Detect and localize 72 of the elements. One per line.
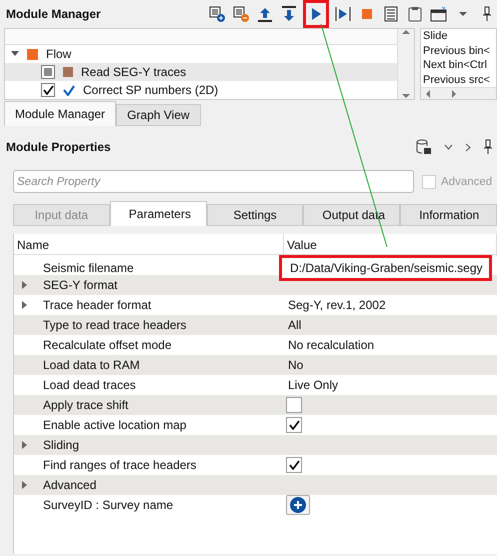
clipboard-icon: [408, 6, 422, 22]
checkbox[interactable]: [41, 83, 55, 97]
property-name: Trace header format: [43, 298, 152, 312]
partial-check-icon: [44, 68, 52, 76]
scroll-right-icon[interactable]: [452, 90, 457, 98]
shortcut-item: Previous bin<: [422, 44, 490, 58]
expand-arrow-icon[interactable]: [22, 481, 28, 489]
property-name: SurveyID : Survey name: [43, 498, 174, 512]
chevron-down-icon[interactable]: [444, 144, 453, 150]
pin-icon[interactable]: [483, 139, 493, 155]
checkbox[interactable]: [286, 417, 302, 433]
field-value: D:/Data/Viking-Graben/seismic.segy: [289, 261, 483, 275]
checkbox-label: Advanced: [441, 176, 492, 188]
remove-module-icon: [233, 6, 249, 22]
scroll-down-icon[interactable]: [402, 94, 410, 99]
property-name: Recalculate offset mode: [43, 338, 172, 352]
shortcut-item: Next bin<Ctrl: [422, 58, 487, 72]
field-value: No: [287, 358, 304, 372]
stop-icon: [361, 8, 373, 20]
checkmark-icon: [288, 420, 300, 430]
property-name: Seismic filename: [43, 261, 134, 275]
checkbox[interactable]: [41, 65, 55, 79]
play-icon: [310, 7, 322, 21]
move-down-icon: [281, 6, 297, 22]
expand-arrow-icon[interactable]: [22, 441, 28, 449]
shortcut-item: Slide: [422, 29, 448, 44]
tab[interactable]: Information: [400, 204, 497, 226]
field-value: Seg-Y, rev.1, 2002: [287, 298, 386, 312]
panel-title: Module Manager: [6, 7, 101, 21]
scroll-left-icon[interactable]: [425, 90, 430, 98]
field-value: All: [287, 318, 302, 332]
window-icon: [430, 6, 448, 22]
property-name: Load dead traces: [43, 378, 136, 392]
checkbox[interactable]: [286, 397, 302, 413]
scroll-up-icon[interactable]: [402, 29, 410, 34]
property-name: Apply trace shift: [43, 398, 128, 412]
search-field[interactable]: Search Property: [13, 170, 414, 193]
tab[interactable]: Module Manager: [4, 101, 116, 126]
shortcut-item: Previous src<: [422, 72, 490, 87]
tab[interactable]: Graph View: [116, 104, 201, 126]
step-run-icon: [334, 6, 352, 22]
property-name: Enable active location map: [43, 418, 186, 432]
tab[interactable]: Settings: [206, 204, 304, 226]
checkmark-icon: [288, 460, 300, 470]
move-up-icon: [257, 6, 273, 22]
property-name: Advanced: [43, 478, 96, 492]
add-button[interactable]: [286, 495, 310, 515]
list-icon: [383, 6, 399, 22]
expand-arrow-icon[interactable]: [22, 281, 28, 289]
collapse-arrow-icon[interactable]: [11, 51, 19, 57]
property-name: SEG-Y format: [43, 278, 118, 292]
tab[interactable]: Parameters: [110, 201, 207, 226]
property-name: Find ranges of trace headers: [43, 458, 196, 472]
panel-title: Module Properties: [6, 140, 111, 154]
property-name: Sliding: [43, 438, 80, 452]
plus-icon: [290, 497, 306, 513]
add-module-icon: [209, 6, 225, 22]
chevron-right-icon[interactable]: [465, 142, 471, 152]
toolbar-button[interactable]: [303, 0, 329, 28]
pin-icon: [482, 6, 492, 22]
property-name: Type to read trace headers: [43, 318, 186, 332]
scrollbar[interactable]: [421, 87, 496, 99]
caret-icon: [459, 11, 467, 17]
checkmark-icon: [42, 85, 54, 95]
scrollbar[interactable]: [397, 29, 414, 99]
tree-item[interactable]: Read SEG-Y traces: [5, 63, 397, 81]
checkbox[interactable]: [286, 457, 302, 473]
database-lock-icon[interactable]: [416, 139, 432, 155]
field-value: No recalculation: [287, 338, 374, 352]
field-value: Live Only: [287, 378, 338, 392]
property-name: Load data to RAM: [43, 358, 140, 372]
expand-arrow-icon[interactable]: [22, 301, 28, 309]
